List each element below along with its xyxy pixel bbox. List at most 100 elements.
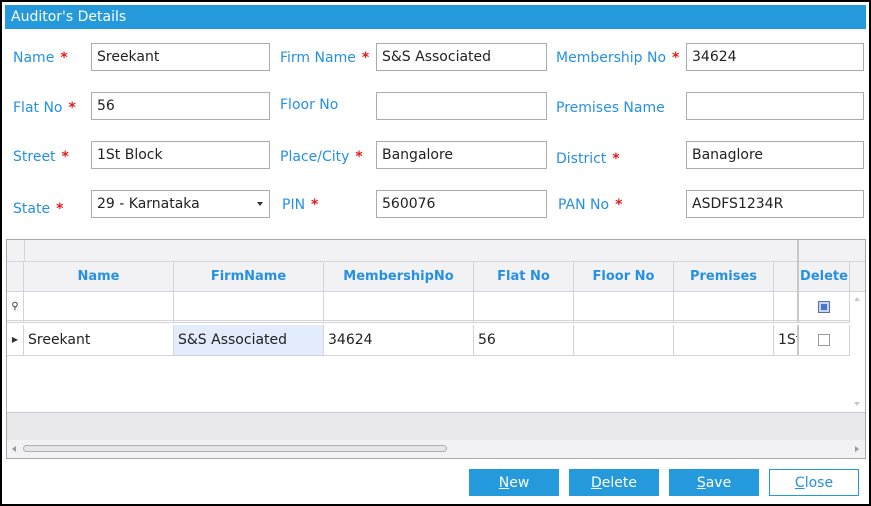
- cell-floor-no[interactable]: [574, 325, 674, 355]
- place-city-label-text: Place/City: [280, 149, 350, 165]
- close-label: lose: [804, 475, 834, 491]
- pan-no-label: PAN No *: [558, 197, 622, 213]
- place-city-input[interactable]: Bangalore: [376, 141, 547, 169]
- membership-no-label: Membership No *: [556, 50, 679, 66]
- firm-name-input[interactable]: S&S Associated: [376, 43, 547, 71]
- save-label: ave: [705, 475, 732, 491]
- required-marker: *: [60, 50, 68, 66]
- required-marker: *: [612, 151, 620, 167]
- required-marker: *: [615, 197, 623, 213]
- group-panel: [7, 240, 865, 262]
- flat-no-input[interactable]: 56: [91, 92, 270, 120]
- firm-name-label: Firm Name *: [280, 50, 369, 66]
- pan-no-input[interactable]: ASDFS1234R: [686, 190, 864, 218]
- scroll-up-icon[interactable]: [854, 297, 860, 301]
- district-label: District *: [556, 151, 620, 167]
- state-dropdown[interactable]: 29 - Karnataka: [91, 190, 270, 218]
- filter-cell-name[interactable]: [24, 292, 174, 322]
- filter-cell-floor-no[interactable]: [574, 292, 674, 322]
- premises-name-label: Premises Name: [556, 100, 665, 116]
- filter-delete-checkbox[interactable]: [818, 301, 830, 313]
- vertical-scrollbar[interactable]: [850, 292, 865, 412]
- scroll-right-icon[interactable]: [855, 446, 859, 452]
- street-label: Street *: [13, 149, 69, 165]
- close-button[interactable]: Close: [769, 469, 859, 496]
- required-marker: *: [672, 50, 680, 66]
- floor-no-input[interactable]: [376, 92, 547, 120]
- filter-row: ⚲: [7, 292, 865, 323]
- column-header-floor-no[interactable]: Floor No: [574, 262, 674, 292]
- membership-no-input[interactable]: 34624: [686, 43, 864, 71]
- new-mnemonic: N: [498, 475, 510, 491]
- filter-cell-premises[interactable]: [674, 292, 774, 322]
- column-header-street[interactable]: [774, 262, 799, 292]
- auditors-details-dialog: Auditor's Details Name * Sreekant Firm Na…: [2, 2, 869, 504]
- column-header-premises[interactable]: Premises: [674, 262, 774, 292]
- required-marker: *: [56, 201, 64, 217]
- place-city-label: Place/City *: [280, 149, 363, 165]
- filter-cell-firmname[interactable]: [174, 292, 324, 322]
- delete-label: elete: [601, 475, 637, 491]
- premises-name-input[interactable]: [686, 92, 864, 120]
- column-header-firmname[interactable]: FirmName: [174, 262, 324, 292]
- save-button[interactable]: Save: [669, 469, 759, 496]
- grid-header-row: Name FirmName MembershipNo Flat No Floor…: [7, 262, 865, 292]
- required-marker: *: [311, 197, 319, 213]
- state-label-text: State: [13, 201, 51, 217]
- delete-button[interactable]: Delete: [569, 469, 659, 496]
- new-button[interactable]: New: [469, 469, 559, 496]
- filter-cell-street[interactable]: [774, 292, 799, 322]
- row-indicator-icon: ▶: [7, 325, 24, 355]
- column-header-membershipno[interactable]: MembershipNo: [324, 262, 474, 292]
- district-input[interactable]: Banaglore: [686, 141, 864, 169]
- cell-firmname[interactable]: S&S Associated: [174, 325, 324, 355]
- firm-name-label-text: Firm Name: [280, 50, 356, 66]
- required-marker: *: [361, 50, 370, 66]
- name-input[interactable]: Sreekant: [91, 43, 270, 71]
- flat-no-label: Flat No *: [13, 100, 76, 116]
- cell-delete: [799, 325, 850, 355]
- cell-premises[interactable]: [674, 325, 774, 355]
- membership-no-label-text: Membership No: [556, 50, 667, 66]
- district-label-text: District: [556, 151, 607, 167]
- table-row[interactable]: ▶ Sreekant S&S Associated 34624 56 1St: [7, 325, 865, 356]
- scroll-down-icon[interactable]: [854, 402, 860, 406]
- required-marker: *: [355, 149, 363, 165]
- pin-label-text: PIN: [282, 197, 306, 213]
- horizontal-scrollbar[interactable]: [7, 440, 865, 458]
- column-header-name[interactable]: Name: [24, 262, 174, 292]
- delete-mnemonic: D: [591, 475, 602, 491]
- filter-cell-membershipno[interactable]: [324, 292, 474, 322]
- column-header-delete[interactable]: Delete: [799, 262, 850, 292]
- divider: [24, 240, 25, 262]
- pin-label: PIN *: [282, 197, 318, 213]
- flat-no-label-text: Flat No: [13, 100, 63, 116]
- chevron-down-icon[interactable]: [257, 202, 263, 206]
- cell-flat-no[interactable]: 56: [474, 325, 574, 355]
- pin-input[interactable]: 560076: [376, 190, 547, 218]
- dialog-title: Auditor's Details: [5, 5, 866, 29]
- required-marker: *: [68, 100, 76, 116]
- street-input[interactable]: 1St Block: [91, 141, 270, 169]
- filter-icon[interactable]: ⚲: [7, 292, 24, 322]
- scroll-left-icon[interactable]: [12, 446, 16, 452]
- auditors-grid: Name FirmName MembershipNo Flat No Floor…: [6, 239, 866, 459]
- state-label: State *: [13, 201, 63, 217]
- close-mnemonic: C: [794, 475, 805, 491]
- grid-footer: [7, 412, 865, 440]
- cell-street[interactable]: 1St: [774, 325, 799, 355]
- row-delete-checkbox[interactable]: [818, 334, 830, 346]
- cell-name[interactable]: Sreekant: [24, 325, 174, 355]
- floor-no-label: Floor No: [280, 97, 339, 113]
- pan-no-label-text: PAN No: [558, 197, 610, 213]
- street-label-text: Street: [13, 149, 56, 165]
- save-mnemonic: S: [696, 475, 706, 491]
- name-label-text: Name: [13, 50, 55, 66]
- state-selected-value: 29 - Karnataka: [97, 196, 200, 212]
- column-header-flat-no[interactable]: Flat No: [474, 262, 574, 292]
- scroll-thumb[interactable]: [23, 445, 447, 452]
- filter-cell-flat-no[interactable]: [474, 292, 574, 322]
- cell-membershipno[interactable]: 34624: [324, 325, 474, 355]
- filter-cell-delete: [799, 292, 850, 322]
- new-label: ew: [509, 475, 530, 491]
